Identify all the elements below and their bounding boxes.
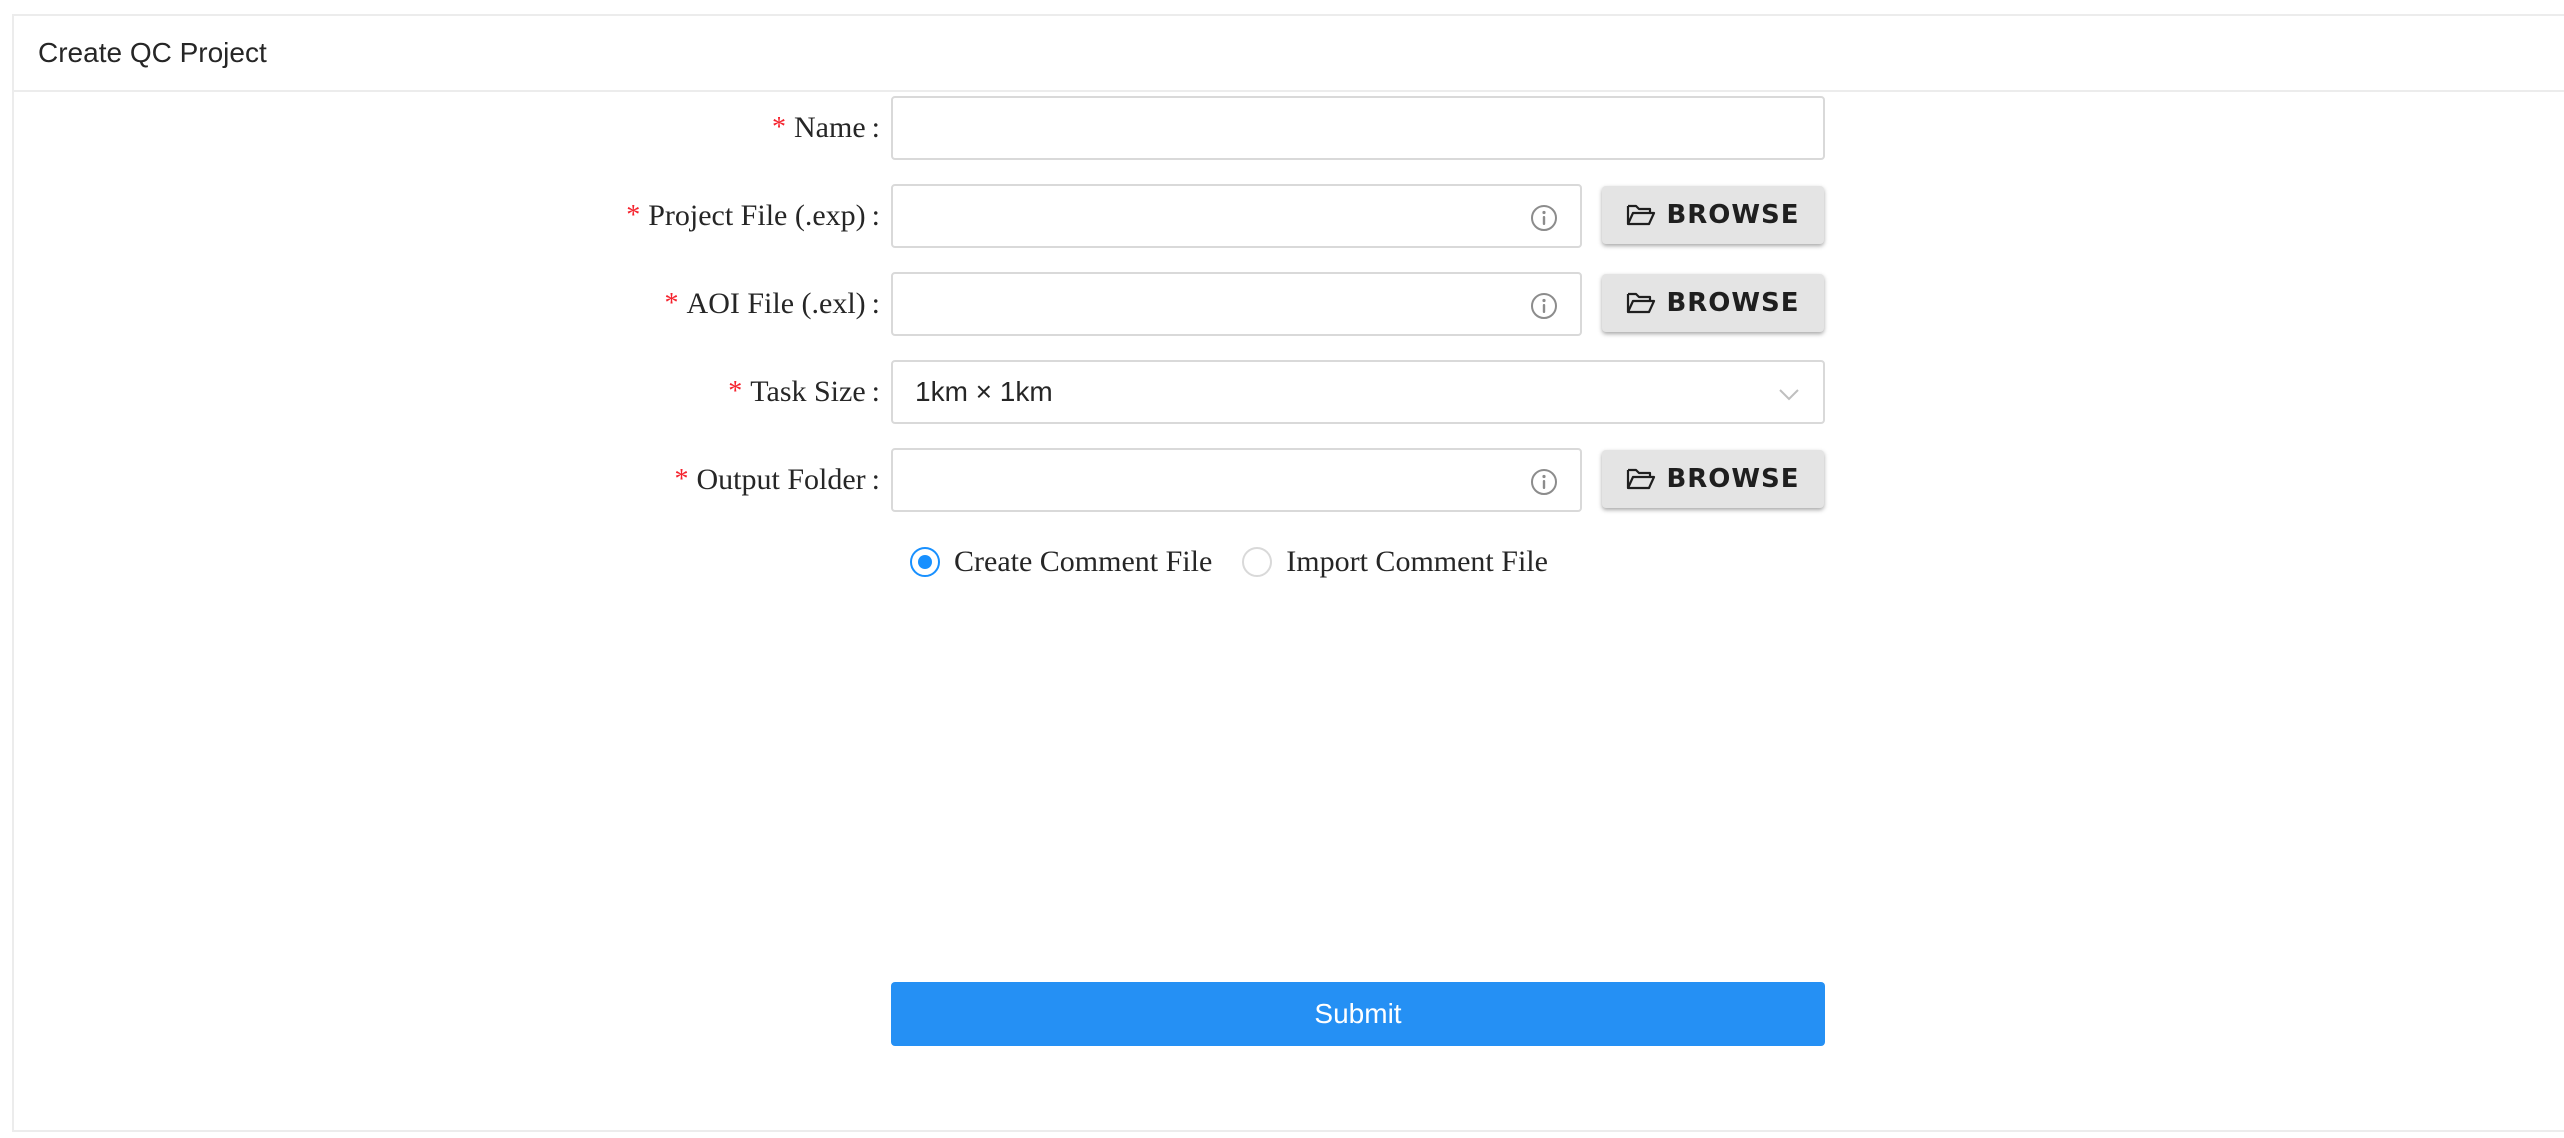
folder-open-icon bbox=[1627, 204, 1656, 226]
card-header: Create QC Project bbox=[14, 16, 2564, 92]
radio-label: Import Comment File bbox=[1286, 545, 1548, 578]
aoi-file-field[interactable] bbox=[891, 272, 1582, 336]
radio-button-checked[interactable] bbox=[910, 547, 940, 577]
aoi-file-input[interactable] bbox=[893, 274, 1580, 334]
radio-label: Create Comment File bbox=[954, 545, 1213, 578]
output-folder-label-text: Output Folder bbox=[696, 463, 866, 496]
task-size-selected-value: 1km × 1km bbox=[915, 376, 1053, 407]
radio-create-comment-file[interactable]: Create Comment File bbox=[910, 545, 1212, 579]
name-label: * Name : bbox=[772, 96, 880, 160]
folder-open-icon bbox=[1627, 468, 1656, 490]
browse-label: BROWSE bbox=[1666, 464, 1800, 494]
aoi-file-label-text: AOI File (.exl) bbox=[686, 287, 866, 320]
info-circle-icon[interactable] bbox=[1530, 204, 1558, 232]
browse-label: BROWSE bbox=[1666, 288, 1800, 318]
form-row-aoi-file: * AOI File (.exl) : BROWSE bbox=[14, 272, 2564, 336]
name-input[interactable] bbox=[893, 98, 1823, 158]
aoi-file-label: * AOI File (.exl) : bbox=[665, 272, 880, 336]
info-circle-icon[interactable] bbox=[1530, 292, 1558, 320]
output-folder-browse-button[interactable]: BROWSE bbox=[1602, 450, 1824, 508]
comment-mode-radio-group: Create Comment File Import Comment File bbox=[910, 542, 1578, 582]
form-row-output-folder: * Output Folder : BROWSE bbox=[14, 448, 2564, 512]
name-field[interactable] bbox=[891, 96, 1825, 160]
radio-import-comment-file[interactable]: Import Comment File bbox=[1242, 545, 1548, 579]
output-folder-field[interactable] bbox=[891, 448, 1582, 512]
task-size-label-text: Task Size bbox=[750, 375, 866, 408]
form-row-project-file: * Project File (.exp) : BROWSE bbox=[14, 184, 2564, 248]
project-file-input[interactable] bbox=[893, 186, 1580, 246]
task-size-select[interactable]: 1km × 1km bbox=[891, 360, 1825, 424]
label-colon: : bbox=[871, 199, 880, 232]
folder-open-icon bbox=[1627, 292, 1656, 314]
required-mark: * bbox=[626, 200, 641, 231]
output-folder-input[interactable] bbox=[893, 450, 1580, 510]
label-colon: : bbox=[871, 375, 880, 408]
required-mark: * bbox=[728, 376, 743, 407]
project-file-field[interactable] bbox=[891, 184, 1582, 248]
project-file-label-text: Project File (.exp) bbox=[648, 199, 866, 232]
project-file-label: * Project File (.exp) : bbox=[626, 184, 880, 248]
browse-label: BROWSE bbox=[1666, 200, 1800, 230]
label-colon: : bbox=[871, 463, 880, 496]
required-mark: * bbox=[772, 112, 787, 143]
info-circle-icon[interactable] bbox=[1530, 468, 1558, 496]
project-file-browse-button[interactable]: BROWSE bbox=[1602, 186, 1824, 244]
required-mark: * bbox=[674, 464, 689, 495]
create-qc-project-card: Create QC Project * Name : * Project Fil… bbox=[12, 14, 2564, 1132]
required-mark: * bbox=[664, 288, 679, 319]
form-row-task-size: * Task Size : 1km × 1km bbox=[14, 360, 2564, 424]
label-colon: : bbox=[871, 111, 880, 144]
chevron-down-icon bbox=[1779, 389, 1799, 401]
form-row-name: * Name : bbox=[14, 96, 2564, 160]
aoi-file-browse-button[interactable]: BROWSE bbox=[1602, 274, 1824, 332]
radio-button-unchecked[interactable] bbox=[1242, 547, 1273, 577]
output-folder-label: * Output Folder : bbox=[674, 448, 880, 512]
card-title: Create QC Project bbox=[38, 37, 267, 68]
task-size-label: * Task Size : bbox=[728, 360, 880, 424]
label-colon: : bbox=[871, 287, 880, 320]
submit-button[interactable]: Submit bbox=[891, 982, 1825, 1046]
name-label-text: Name bbox=[794, 111, 866, 144]
